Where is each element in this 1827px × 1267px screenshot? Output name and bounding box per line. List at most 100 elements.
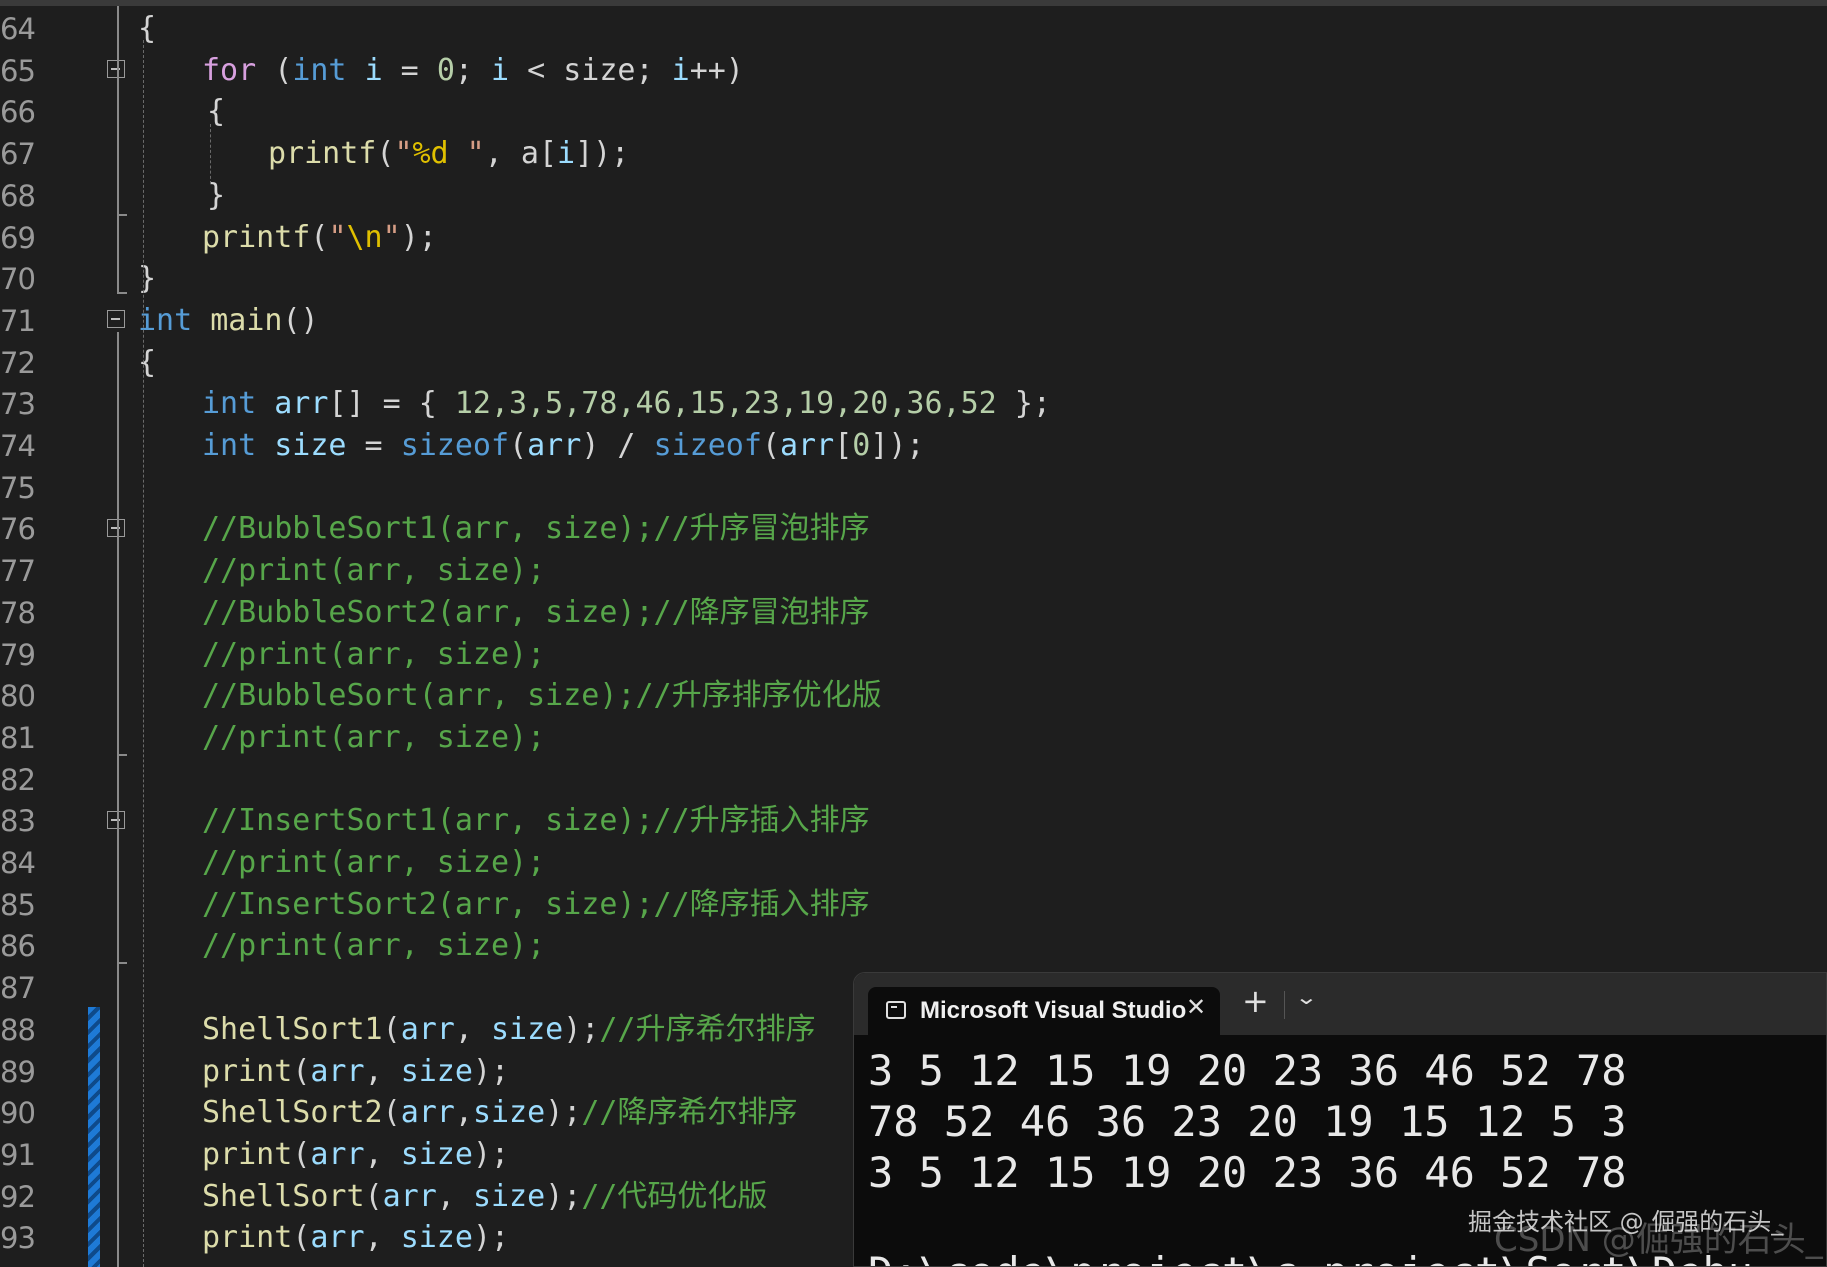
code-text[interactable]: {	[138, 342, 156, 384]
code-line[interactable]: 75	[0, 467, 1827, 509]
code-line[interactable]: 80 //BubbleSort(arr, size);//升序排序优化版	[0, 675, 1827, 717]
code-text[interactable]: //BubbleSort2(arr, size);//降序冒泡排序	[202, 592, 870, 634]
code-token: arr	[310, 1053, 365, 1089]
code-line[interactable]: 83 //InsertSort1(arr, size);//升序插入排序	[0, 800, 1827, 842]
code-text[interactable]: //print(arr, size);	[202, 634, 545, 676]
code-token: arr	[400, 1095, 455, 1131]
code-token: arr	[527, 428, 582, 463]
code-token: );	[545, 1095, 582, 1131]
line-number: 81	[0, 720, 36, 755]
code-line[interactable]: 82	[0, 759, 1827, 801]
outline-guide-end	[117, 962, 127, 964]
code-text[interactable]: int arr[] = { 12,3,5,78,46,15,23,19,20,3…	[202, 383, 1051, 425]
code-line[interactable]: 73 int arr[] = { 12,3,5,78,46,15,23,19,20…	[0, 383, 1827, 425]
code-text[interactable]: print(arr, size);	[202, 1217, 509, 1259]
watermark-text: 掘金技术社区 @ 倔强的石头_	[1468, 1208, 1784, 1236]
code-token: sizeof	[400, 428, 510, 463]
code-text[interactable]: int main()	[138, 300, 319, 342]
code-token: size	[472, 1095, 546, 1131]
line-number: 67	[0, 137, 36, 172]
code-line[interactable]: 71 int main()	[0, 300, 1827, 342]
code-token: );	[472, 1136, 510, 1172]
code-text[interactable]: print(arr, size);	[202, 1134, 509, 1176]
code-text[interactable]: {	[138, 8, 156, 50]
code-line[interactable]: 86 //print(arr, size);	[0, 925, 1827, 967]
code-text[interactable]: //BubbleSort(arr, size);//升序排序优化版	[202, 675, 882, 717]
line-number: 86	[0, 929, 36, 964]
code-token: ShellSort	[202, 1178, 365, 1214]
code-text[interactable]: int size = sizeof(arr) / sizeof(arr[0]);	[202, 425, 925, 467]
code-text[interactable]: //print(arr, size);	[202, 925, 545, 967]
close-icon[interactable]: ✕	[1186, 993, 1206, 1021]
code-token: {	[138, 344, 157, 380]
code-text[interactable]: ShellSort(arr, size);//代码优化版	[202, 1176, 767, 1218]
outline-guide-end	[117, 214, 127, 216]
code-text[interactable]: //InsertSort1(arr, size);//升序插入排序	[202, 800, 870, 842]
code-token: (	[382, 1011, 401, 1047]
code-token: //降序希尔排序	[581, 1095, 798, 1131]
console-titlebar: Microsoft Visual Studio ✕ + ⌄	[854, 973, 1826, 1035]
code-line[interactable]: 76 //BubbleSort1(arr, size);//升序冒泡排序	[0, 508, 1827, 550]
code-line[interactable]: 67 printf("%d ", a[i]);	[0, 133, 1827, 175]
code-token: size	[400, 1220, 473, 1256]
fold-toggle-icon[interactable]	[107, 811, 125, 829]
code-token: arr	[780, 428, 835, 463]
new-tab-button[interactable]: +	[1242, 983, 1269, 1019]
code-text[interactable]: printf("%d ", a[i]);	[268, 133, 629, 175]
code-text[interactable]: //print(arr, size);	[202, 550, 545, 592]
code-token: , a[	[484, 136, 557, 172]
line-number: 93	[0, 1221, 36, 1256]
code-line[interactable]: 64 {	[0, 8, 1827, 50]
fold-toggle-icon[interactable]	[107, 519, 125, 537]
code-line[interactable]: 68}	[0, 175, 1827, 217]
line-number: 64	[0, 12, 36, 46]
code-line[interactable]: 78 //BubbleSort2(arr, size);//降序冒泡排序	[0, 592, 1827, 634]
code-token: arr	[400, 1011, 455, 1047]
fold-toggle-icon[interactable]	[107, 60, 125, 78]
code-token: \n	[346, 219, 383, 255]
code-line[interactable]: 79 //print(arr, size);	[0, 634, 1827, 676]
outline-guide	[117, 80, 119, 216]
line-number: 73	[0, 387, 36, 422]
code-text[interactable]: //InsertSort2(arr, size);//降序插入排序	[202, 884, 870, 926]
code-token: ShellSort2	[202, 1095, 383, 1131]
line-number: 66	[0, 95, 36, 130]
code-token: sizeof	[653, 428, 762, 463]
code-line[interactable]: 85 //InsertSort2(arr, size);//降序插入排序	[0, 884, 1827, 926]
code-text[interactable]: }	[138, 258, 156, 300]
code-text[interactable]: //print(arr, size);	[202, 717, 545, 759]
code-line[interactable]: 66{	[0, 91, 1827, 133]
code-token: };	[996, 386, 1051, 422]
code-text[interactable]: //print(arr, size);	[202, 842, 545, 884]
code-text[interactable]: printf("\n");	[202, 217, 437, 259]
code-text[interactable]: for (int i = 0; i < size; i++)	[202, 50, 744, 92]
code-text[interactable]: ShellSort2(arr,size);//降序希尔排序	[202, 1092, 797, 1134]
code-token: (	[376, 136, 395, 172]
code-line[interactable]: 84 //print(arr, size);	[0, 842, 1827, 884]
code-line[interactable]: 74 int size = sizeof(arr) / sizeof(arr[0]…	[0, 425, 1827, 467]
code-line[interactable]: 65 for (int i = 0; i < size; i++)	[0, 50, 1827, 92]
code-text[interactable]: //BubbleSort1(arr, size);//升序冒泡排序	[202, 508, 870, 550]
code-token: 0	[852, 428, 871, 463]
indent-guide	[143, 40, 144, 1267]
code-line[interactable]: 81 //print(arr, size);	[0, 717, 1827, 759]
fold-toggle-icon[interactable]	[107, 310, 125, 328]
code-token: print	[202, 1136, 293, 1172]
code-token: < size;	[509, 52, 672, 88]
code-line[interactable]: 70}	[0, 258, 1827, 300]
code-text[interactable]: ShellSort1(arr, size);//升序希尔排序	[202, 1009, 816, 1051]
code-token: //InsertSort1(arr, size);//升序插入排序	[202, 803, 870, 839]
code-line[interactable]: 72 {	[0, 342, 1827, 384]
chevron-down-icon[interactable]: ⌄	[1295, 985, 1318, 1009]
code-token: int	[202, 386, 257, 422]
line-number: 75	[0, 470, 36, 505]
code-line[interactable]: 69 printf("\n");	[0, 217, 1827, 259]
console-tab[interactable]: Microsoft Visual Studio ✕	[868, 987, 1220, 1035]
code-token: ,	[364, 1220, 401, 1256]
code-text[interactable]: print(arr, size);	[202, 1051, 509, 1093]
code-token: for	[202, 52, 257, 88]
code-token: printf	[202, 219, 311, 255]
code-line[interactable]: 77 //print(arr, size);	[0, 550, 1827, 592]
code-token: (	[292, 1053, 311, 1089]
